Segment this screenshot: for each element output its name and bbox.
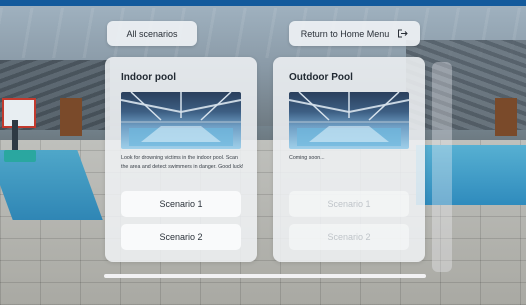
- outdoor-scenario-1-button[interactable]: Scenario 1: [289, 191, 409, 217]
- door: [60, 98, 82, 136]
- all-scenarios-button[interactable]: All scenarios: [107, 21, 197, 46]
- button-label: Scenario 2: [159, 232, 203, 242]
- card-description: Coming soon...: [289, 155, 325, 161]
- button-label: Scenario 2: [327, 232, 371, 242]
- indoor-pool-thumbnail: [121, 92, 241, 149]
- return-home-button[interactable]: Return to Home Menu: [289, 21, 420, 46]
- card-title: Outdoor Pool: [289, 72, 353, 83]
- all-scenarios-label: All scenarios: [126, 28, 178, 39]
- outdoor-pool-thumbnail: [289, 92, 409, 149]
- exit-icon: [397, 29, 408, 38]
- button-label: Scenario 1: [159, 199, 203, 209]
- scenario-card-outdoor-pool: Outdoor Pool Coming soon... Scenario 1 S…: [273, 57, 425, 262]
- outdoor-scenario-2-button[interactable]: Scenario 2: [289, 224, 409, 250]
- door: [495, 98, 517, 136]
- button-label: Scenario 1: [327, 199, 371, 209]
- scenario-card-indoor-pool: Indoor pool Look for drowning victims in…: [105, 57, 257, 262]
- return-home-label: Return to Home Menu: [300, 28, 390, 39]
- offscreen-card-edge: [432, 62, 452, 272]
- basketball-hoop: [2, 98, 36, 128]
- card-description: Look for drowning victims in the indoor …: [121, 155, 244, 170]
- indoor-scenario-2-button[interactable]: Scenario 2: [121, 224, 241, 250]
- hoop-base: [4, 150, 36, 162]
- indoor-scenario-1-button[interactable]: Scenario 1: [121, 191, 241, 217]
- scroll-indicator-bar[interactable]: [104, 274, 426, 278]
- card-title: Indoor pool: [121, 72, 176, 83]
- top-edge-bar: [0, 0, 526, 6]
